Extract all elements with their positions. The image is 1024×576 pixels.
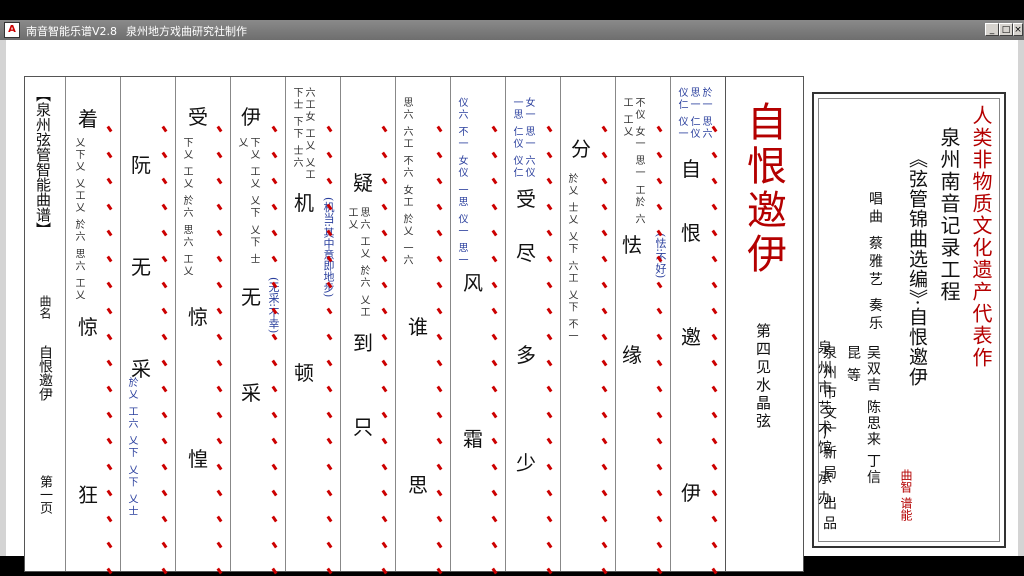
- client-area: 【泉州弦管智能曲谱】 曲名 自恨邀伊 第一页 着 惊 狂 乂下乂 乂工乂 於六 …: [0, 40, 1024, 575]
- song-name-label: 自恨邀伊: [37, 345, 53, 401]
- lyric-char: 伊: [681, 481, 701, 505]
- lyric-char: 到: [353, 331, 373, 355]
- lyric-char: 怯: [622, 233, 642, 257]
- lyric-char: 风: [463, 271, 483, 295]
- lyric-char: 采: [131, 357, 151, 381]
- lyric-char: 狂: [78, 483, 98, 507]
- lyric-char: 多: [516, 343, 536, 367]
- page-info-column: 【泉州弦管智能曲谱】 曲名 自恨邀伊 第一页: [25, 77, 65, 571]
- lyric-char: 分: [571, 137, 591, 161]
- notation-text: 思六 工乂 於六 乂工 工乂: [346, 207, 369, 319]
- score-column-5: 机 顿 六工女 工乂 乂工 下士 下下 士六 (机当:其中意即地步): [285, 77, 341, 571]
- title-bar[interactable]: A 南音智能乐谱V2.8 泉州地方戏曲研究社制作 _ □ ×: [0, 20, 1024, 40]
- window-left-border: [0, 40, 6, 556]
- lyric-char: 无: [131, 255, 151, 279]
- project-title: 泉州南音记录工程: [937, 127, 961, 303]
- cover-inner-frame: 人类非物质文化遗产代表作 泉州南音记录工程 《弦管锦曲选编》·自恨邀伊 唱曲 蔡…: [818, 98, 1000, 542]
- annotation-jidang: (机当:其中意即地步): [322, 197, 335, 298]
- notation-text: 思六 六工 不六 女工 於乂 一六: [401, 97, 412, 267]
- lyric-char: 疑: [353, 171, 373, 195]
- lyric-char: 机: [294, 191, 314, 215]
- lyric-char: 恨: [681, 221, 701, 245]
- lyric-char: 阮: [131, 153, 151, 177]
- stamp-text: 曲智 谱能: [899, 469, 913, 521]
- notation-text: 不仪 女一 思一 工於 六工 工乂: [621, 97, 644, 226]
- lyric-char: 缘: [622, 343, 642, 367]
- lyric-char: 思: [408, 473, 428, 497]
- notation-text: 下乂 工乂 乂下 乂下 士乂: [236, 137, 259, 266]
- lyric-char: 着: [78, 107, 98, 131]
- series-title: 《弦管锦曲选编》·自恨邀伊: [906, 149, 928, 387]
- window-title: 南音智能乐谱V2.8: [26, 25, 118, 38]
- score-column-4: 伊 无 采 下乂 工乂 乂下 乂下 士乂 (无采:不幸): [230, 77, 286, 571]
- app-icon[interactable]: A: [4, 22, 20, 38]
- notation-text: 於乂 工六 乂下 乂下 乂士: [126, 377, 137, 518]
- score-column-12: 自 恨 邀 伊 於一 思六 思一 仁仪 仪仁 仪一: [670, 77, 726, 571]
- score-column-1: 着 惊 狂 乂下乂 乂工乂 於六 思六 工乂: [65, 77, 121, 571]
- song-label: 曲名: [38, 295, 52, 319]
- performer-label: 唱曲 蔡雅艺 奏乐: [867, 191, 883, 334]
- lyric-char: 尽: [516, 241, 536, 265]
- page-number: 第一页: [37, 475, 52, 514]
- score-column-2: 阮 无 采 於乂 工六 乂下 乂下 乂士: [120, 77, 176, 571]
- score-column-11: 怯 缘 不仪 女一 思一 工於 六工 工乂 (怯:不好): [615, 77, 671, 571]
- score-column-9: 受 尽 多 少 女一 思一 六仪 一思 仁仪 仪仁: [505, 77, 561, 571]
- lyric-char: 自: [681, 157, 701, 181]
- lyric-char: 只: [353, 415, 373, 439]
- score-column-3: 受 惊 惶 下乂 工乂 於六 思六 工乂: [175, 77, 231, 571]
- lyric-char: 伊: [241, 105, 261, 129]
- organizer: 泉州市艺术馆 承办: [816, 340, 832, 511]
- score-column-6: 疑 到 只 思六 工乂 於六 乂工 工乂: [340, 77, 396, 571]
- heritage-title: 人类非物质文化遗产代表作: [969, 105, 993, 369]
- window-right-border: [1018, 40, 1024, 556]
- lyric-char: 受: [516, 187, 536, 211]
- maximize-button[interactable]: □: [999, 23, 1013, 36]
- book-title: 【泉州弦管智能曲谱】: [34, 87, 52, 237]
- song-title: 自恨邀伊: [740, 101, 786, 277]
- lyric-char: 顿: [294, 361, 314, 385]
- notation-text: 仪六 不一 女仪 一思 仪一 思一: [456, 97, 467, 267]
- lyric-char: 惊: [188, 305, 208, 329]
- annotation-qie: (怯:不好): [654, 233, 667, 279]
- notation-text: 於乂 士乂 乂下 六工 乂下 不一: [566, 173, 577, 343]
- lyric-char: 谁: [408, 315, 428, 339]
- minimize-button[interactable]: _: [985, 23, 999, 36]
- lyric-char: 采: [241, 381, 261, 405]
- lyric-char: 霜: [463, 427, 483, 451]
- score-sheet: 【泉州弦管智能曲谱】 曲名 自恨邀伊 第一页 着 惊 狂 乂下乂 乂工乂 於六 …: [24, 76, 804, 572]
- lyric-char: 惊: [78, 315, 98, 339]
- score-column-7: 谁 思 思六 六工 不六 女工 於乂 一六: [395, 77, 451, 571]
- lyric-char: 无: [241, 285, 261, 309]
- notation-text: 乂下乂 乂工乂 於六 思六 工乂: [73, 137, 84, 302]
- lyric-char: 少: [516, 451, 536, 475]
- notation-text: 女一 思一 六仪 一思 仁仪 仪仁: [511, 97, 534, 180]
- score-column-8: 风 霜 仪六 不一 女仪 一思 仪一 思一: [450, 77, 506, 571]
- title-column: 自恨邀伊 第四见水晶弦: [725, 77, 804, 571]
- lyric-char: 邀: [681, 325, 701, 349]
- notation-text: 六工女 工乂 乂工 下士 下下 士六: [291, 87, 314, 182]
- notation-text: 於一 思六 思一 仁仪 仪仁 仪一: [676, 87, 711, 141]
- cover-panel: 人类非物质文化遗产代表作 泉州南音记录工程 《弦管锦曲选编》·自恨邀伊 唱曲 蔡…: [812, 92, 1006, 548]
- window-credit: 泉州地方戏曲研究社制作: [126, 25, 247, 38]
- musicians: 吴双吉 陈思来 丁信昆 等: [845, 345, 881, 486]
- song-subtitle: 第四见水晶弦: [754, 323, 772, 431]
- lyric-char: 受: [188, 105, 208, 129]
- close-button[interactable]: ×: [1013, 23, 1023, 36]
- app-window: A 南音智能乐谱V2.8 泉州地方戏曲研究社制作 _ □ × 【泉州弦管智能曲谱…: [0, 20, 1024, 575]
- notation-text: 下乂 工乂 於六 思六 工乂: [181, 137, 192, 278]
- lyric-char: 惶: [188, 447, 208, 471]
- score-column-10: 分 於乂 士乂 乂下 六工 乂下 不一: [560, 77, 616, 571]
